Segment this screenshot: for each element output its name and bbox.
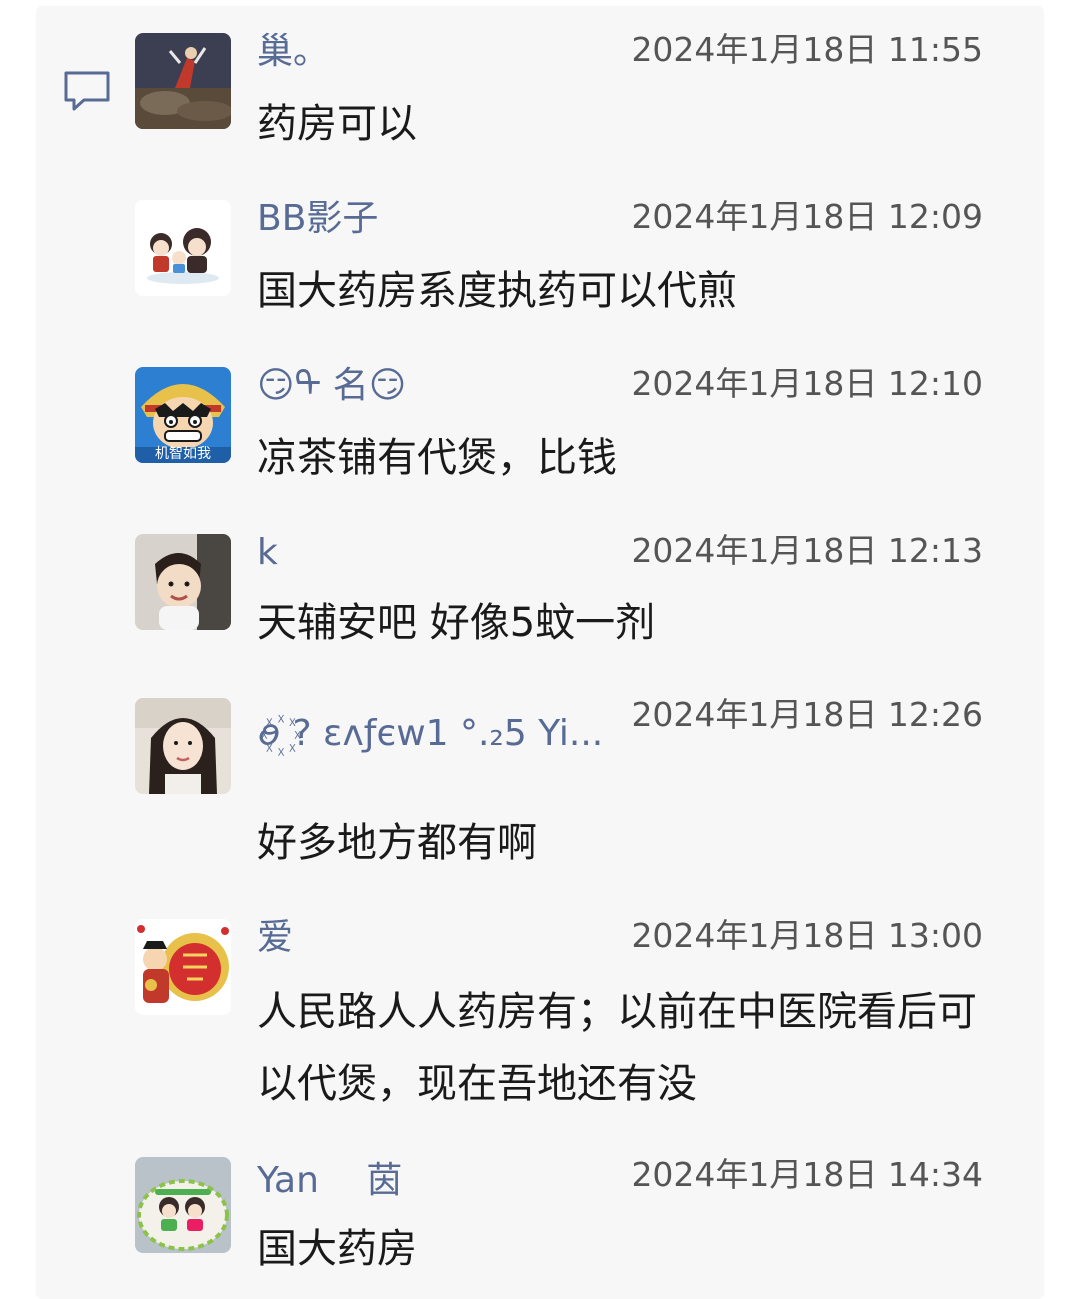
avatar-caption: 机智如我 <box>155 446 211 462</box>
comment-timestamp: 2024年1月18日 12:26 <box>631 695 983 734</box>
avatar[interactable] <box>135 698 231 794</box>
avatar[interactable] <box>135 919 231 1015</box>
comment-bubble-icon[interactable] <box>62 70 112 112</box>
avatar[interactable] <box>135 33 231 129</box>
commenter-name[interactable]: Yan 茵 <box>257 1159 402 1203</box>
avatar[interactable] <box>135 200 231 296</box>
comment-timestamp: 2024年1月18日 12:09 <box>631 197 983 236</box>
commenter-name[interactable]: 巢。 <box>257 30 329 74</box>
comment-text: 药房可以 <box>257 101 417 147</box>
commenter-name[interactable]: k <box>257 531 278 575</box>
comment-timestamp: 2024年1月18日 11:55 <box>631 30 983 69</box>
comment-timestamp: 2024年1月18日 14:34 <box>631 1155 983 1194</box>
comment-text: 好多地方都有啊 <box>257 820 537 866</box>
comment-text: 国大药房 <box>257 1226 417 1272</box>
avatar[interactable] <box>135 1157 231 1253</box>
commenter-name[interactable]: ꪮ꙰ ? εᴧƒєw1 °.₂5 Yi... <box>257 712 603 756</box>
comment-timestamp: 2024年1月18日 12:10 <box>631 364 983 403</box>
comment-text: 凉茶铺有代煲，比钱 <box>257 435 617 481</box>
commenter-name[interactable]: BB影子 <box>257 197 378 241</box>
avatar[interactable]: 机智如我 <box>135 367 231 463</box>
avatar[interactable] <box>135 534 231 630</box>
comment-text: 人民路人人药房有；以前在中医院看后可以代煲，现在吾地还有没 <box>257 989 977 1107</box>
comment-text: 国大药房系度执药可以代煎 <box>257 268 737 314</box>
commenter-name[interactable]: 😏ᠲ 名😏 <box>257 364 406 408</box>
commenter-name[interactable]: 爱 <box>257 916 293 960</box>
comment-timestamp: 2024年1月18日 12:13 <box>631 531 983 570</box>
comment-text: 天辅安吧 好像5蚊一剂 <box>257 600 656 646</box>
comment-timestamp: 2024年1月18日 13:00 <box>631 916 983 955</box>
